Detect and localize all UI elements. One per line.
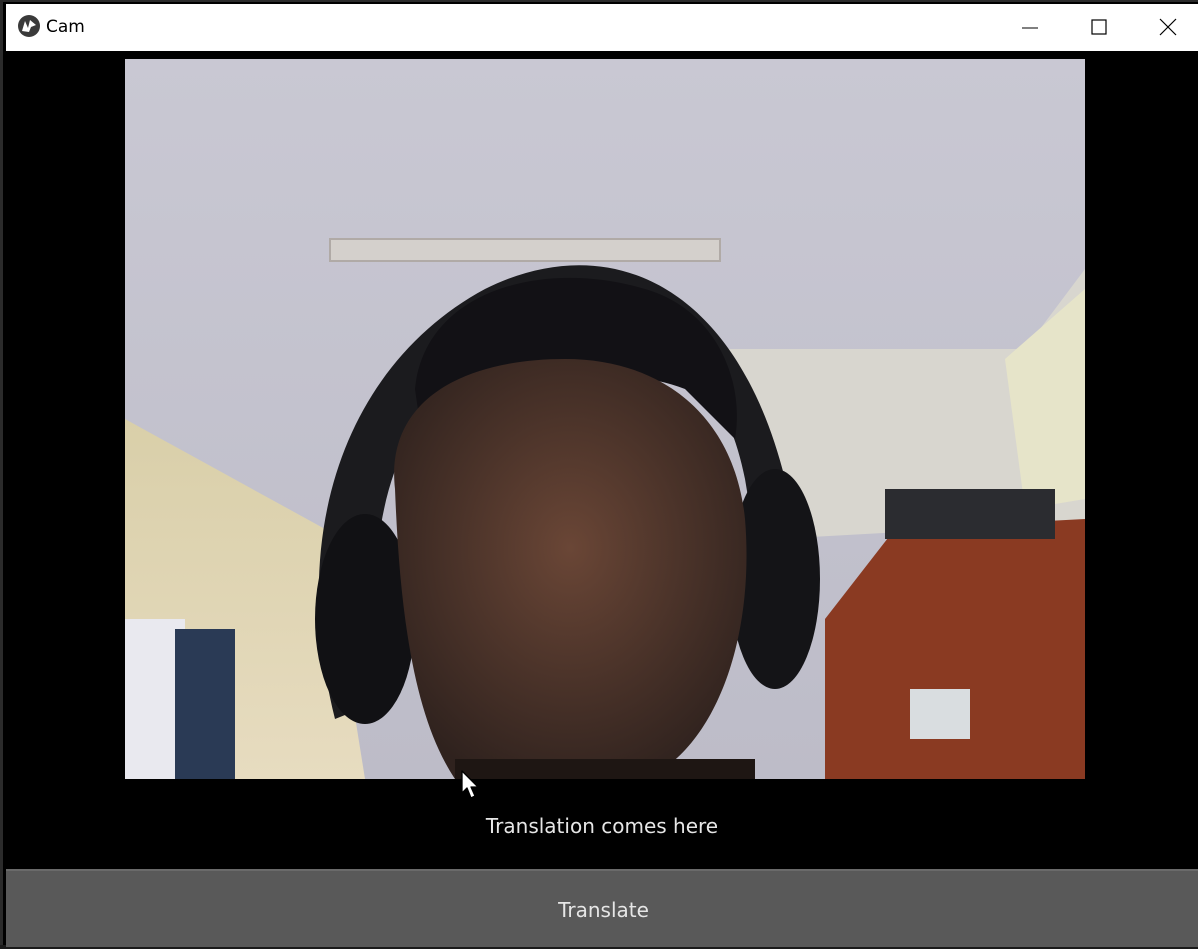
camera-preview (125, 59, 1085, 779)
close-button[interactable] (1134, 4, 1198, 51)
minimize-button[interactable] (996, 4, 1064, 51)
maximize-button[interactable] (1065, 4, 1133, 51)
maximize-icon (1091, 19, 1107, 35)
translation-text: Translation comes here (485, 814, 719, 838)
app-window: Cam Translation comes here Translate (0, 0, 1198, 947)
mouse-pointer-icon (461, 770, 481, 804)
translate-button[interactable]: Translate (6, 869, 1198, 947)
window-title: Cam (46, 17, 85, 37)
title-bar[interactable]: Cam (6, 4, 1198, 51)
close-icon (1159, 18, 1177, 36)
minimize-icon (1022, 27, 1038, 29)
webcam-feed-image (125, 59, 1085, 779)
kivy-logo-icon (18, 15, 40, 37)
